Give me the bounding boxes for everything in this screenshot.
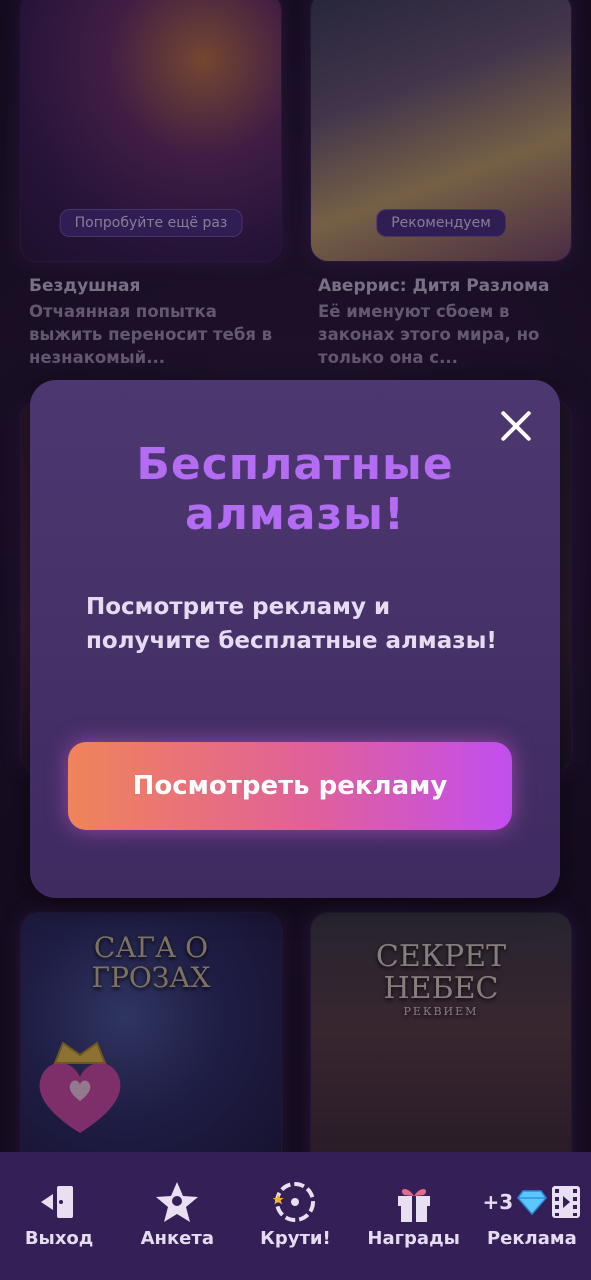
star-profile-icon [156,1182,199,1222]
bottom-nav: Выход Анкета Крути! Награды +3 Реклама [0,1152,591,1280]
free-diamonds-dialog: Бесплатные алмазы! Посмотрите рекламу и … [30,380,560,898]
nav-label: Реклама [486,1228,577,1249]
nav-label: Крути! [260,1228,331,1249]
nav-ads[interactable]: +3 Реклама [473,1152,591,1249]
spin-wheel-icon [273,1182,316,1222]
dialog-message: Посмотрите рекламу и получите бесплатные… [86,594,497,654]
nav-label: Выход [24,1228,94,1249]
nav-label: Анкета [140,1228,214,1249]
nav-rewards[interactable]: Награды [355,1152,473,1249]
close-button[interactable] [498,408,534,444]
exit-door-icon [41,1186,74,1218]
film-icon [552,1186,581,1218]
nav-spin[interactable]: Крути! [236,1152,354,1249]
nav-label: Награды [367,1228,460,1249]
nav-exit[interactable]: Выход [0,1152,118,1249]
nav-profile[interactable]: Анкета [118,1152,236,1249]
gift-icon [397,1188,430,1222]
ads-bonus-count: +3 [482,1190,514,1214]
watch-ad-button[interactable]: Посмотреть рекламу [68,742,512,830]
dialog-title: Бесплатные алмазы! [136,439,454,540]
diamond-icon [517,1190,548,1215]
